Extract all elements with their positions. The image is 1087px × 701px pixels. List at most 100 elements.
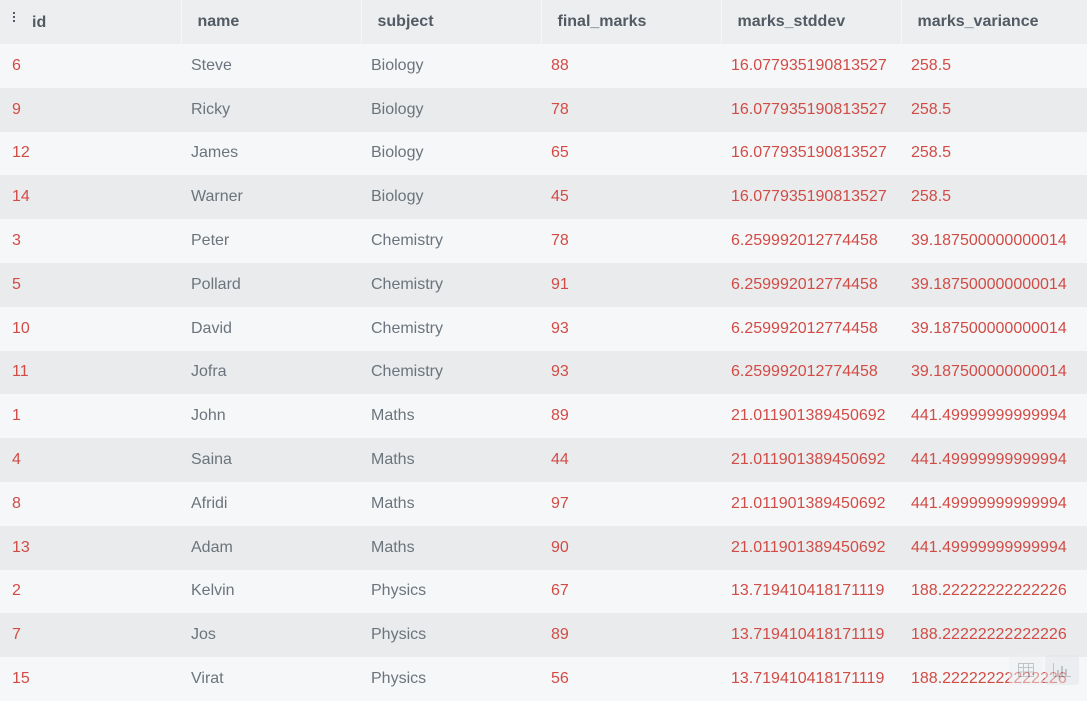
cell-id[interactable]: 12 [0,132,181,176]
table-row[interactable]: 5 Pollard Chemistry 91 6.259992012774458 39.1… [0,262,1087,307]
table-row[interactable]: 3 Peter Chemistry 78 6.259992012774458 39.187… [0,219,1087,263]
cell-marks-variance[interactable]: 441.49999999999994 [901,394,1087,438]
cell-id[interactable]: 5 [0,263,181,307]
cell-marks-variance[interactable]: 441.49999999999994 [901,526,1087,570]
column-header-marks-variance[interactable]: marks_variance [901,0,1087,44]
cell-name[interactable]: Virat [181,657,361,701]
cell-marks-stddev[interactable]: 13.719410418171119 [721,613,901,657]
cell-final-marks[interactable]: 78 [541,88,721,132]
cell-name[interactable]: Kelvin [181,570,361,614]
cell-marks-variance[interactable]: 258.5 [901,132,1087,176]
table-row[interactable]: 10 David Chemistry 93 6.259992012774458 39.18… [0,306,1087,351]
cell-marks-stddev[interactable]: 16.077935190813527 [721,175,901,219]
cell-marks-stddev[interactable]: 6.259992012774458 [721,219,901,263]
cell-subject[interactable]: Maths [361,482,541,526]
cell-marks-variance[interactable]: 39.187500000000014 [901,351,1087,395]
cell-marks-stddev[interactable]: 16.077935190813527 [721,132,901,176]
cell-id[interactable]: 10 [0,307,181,351]
cell-name[interactable]: Jos [181,613,361,657]
cell-name[interactable]: David [181,307,361,351]
cell-name[interactable]: Peter [181,219,361,263]
cell-marks-variance[interactable]: 39.187500000000014 [901,263,1087,307]
table-row[interactable]: 15 Virat Physics 56 13.719410418171119 188.22… [0,657,1087,701]
cell-marks-stddev[interactable]: 6.259992012774458 [721,263,901,307]
cell-subject[interactable]: Biology [361,88,541,132]
cell-name[interactable]: Pollard [181,263,361,307]
cell-final-marks[interactable]: 45 [541,175,721,219]
cell-final-marks[interactable]: 89 [541,613,721,657]
cell-id[interactable]: 2 [0,570,181,614]
cell-subject[interactable]: Chemistry [361,263,541,307]
cell-final-marks[interactable]: 67 [541,570,721,614]
table-row[interactable]: 7 Jos Physics 89 13.719410418171119 188.22222… [0,613,1087,658]
cell-id[interactable]: 6 [0,44,181,88]
cell-final-marks[interactable]: 88 [541,44,721,88]
cell-final-marks[interactable]: 97 [541,482,721,526]
cell-id[interactable]: 11 [0,351,181,395]
cell-subject[interactable]: Physics [361,613,541,657]
cell-marks-variance[interactable]: 441.49999999999994 [901,438,1087,482]
cell-marks-stddev[interactable]: 21.011901389450692 [721,526,901,570]
table-row[interactable]: 4 Saina Maths 44 21.011901389450692 441.49999… [0,438,1087,482]
cell-id[interactable]: 7 [0,613,181,657]
cell-name[interactable]: Jofra [181,351,361,395]
cell-marks-stddev[interactable]: 21.011901389450692 [721,394,901,438]
cell-id[interactable]: 3 [0,219,181,263]
cell-id[interactable]: 1 [0,394,181,438]
cell-marks-variance[interactable]: 188.22222222222226 [901,613,1087,657]
cell-subject[interactable]: Chemistry [361,219,541,263]
table-view-icon[interactable] [1009,655,1043,685]
cell-name[interactable]: Ricky [181,88,361,132]
table-row[interactable]: 13 Adam Maths 90 21.011901389450692 441.49999… [0,525,1087,570]
cell-final-marks[interactable]: 56 [541,657,721,701]
cell-final-marks[interactable]: 78 [541,219,721,263]
column-header-subject[interactable]: subject [361,0,542,44]
cell-id[interactable]: 13 [0,526,181,570]
cell-marks-variance[interactable]: 258.5 [901,44,1087,88]
cell-final-marks[interactable]: 44 [541,438,721,482]
table-row[interactable]: 8 Afridi Maths 97 21.011901389450692 441.4999… [0,481,1087,526]
table-row[interactable]: 9 Ricky Biology 78 16.077935190813527 258.5 [0,87,1087,132]
chart-view-icon[interactable] [1045,655,1079,685]
cell-subject[interactable]: Maths [361,526,541,570]
cell-marks-variance[interactable]: 258.5 [901,175,1087,219]
cell-name[interactable]: Afridi [181,482,361,526]
table-row[interactable]: 14 Warner Biology 45 16.077935190813527 258.5 [0,175,1087,220]
cell-id[interactable]: 8 [0,482,181,526]
column-header-name[interactable]: name [181,0,362,44]
cell-name[interactable]: James [181,132,361,176]
cell-final-marks[interactable]: 91 [541,263,721,307]
cell-marks-variance[interactable]: 39.187500000000014 [901,307,1087,351]
cell-marks-stddev[interactable]: 16.077935190813527 [721,88,901,132]
cell-subject[interactable]: Biology [361,132,541,176]
cell-marks-stddev[interactable]: 21.011901389450692 [721,438,901,482]
cell-id[interactable]: 14 [0,175,181,219]
cell-final-marks[interactable]: 89 [541,394,721,438]
cell-name[interactable]: Warner [181,175,361,219]
cell-subject[interactable]: Chemistry [361,351,541,395]
cell-id[interactable]: 15 [0,657,181,701]
cell-subject[interactable]: Maths [361,394,541,438]
cell-subject[interactable]: Physics [361,570,541,614]
table-row[interactable]: 1 John Maths 89 21.011901389450692 441.499999… [0,394,1087,439]
column-header-marks-stddev[interactable]: marks_stddev [721,0,902,44]
cell-name[interactable]: Steve [181,44,361,88]
table-row[interactable]: 12 James Biology 65 16.077935190813527 258.5 [0,131,1087,176]
cell-final-marks[interactable]: 65 [541,132,721,176]
cell-marks-variance[interactable]: 258.5 [901,88,1087,132]
cell-final-marks[interactable]: 93 [541,307,721,351]
cell-name[interactable]: Saina [181,438,361,482]
column-header-final-marks[interactable]: final_marks [541,0,722,44]
cell-id[interactable]: 4 [0,438,181,482]
table-row[interactable]: 2 Kelvin Physics 67 13.719410418171119 188.22… [0,569,1087,614]
cell-subject[interactable]: Physics [361,657,541,701]
cell-marks-stddev[interactable]: 13.719410418171119 [721,657,901,701]
cell-subject[interactable]: Chemistry [361,307,541,351]
cell-name[interactable]: Adam [181,526,361,570]
cell-final-marks[interactable]: 90 [541,526,721,570]
cell-id[interactable]: 9 [0,88,181,132]
drag-handle-icon[interactable] [12,12,18,24]
table-row[interactable]: 6 Steve Biology 88 16.077935190813527 258.5 [0,44,1087,88]
cell-subject[interactable]: Biology [361,44,541,88]
cell-marks-stddev[interactable]: 21.011901389450692 [721,482,901,526]
